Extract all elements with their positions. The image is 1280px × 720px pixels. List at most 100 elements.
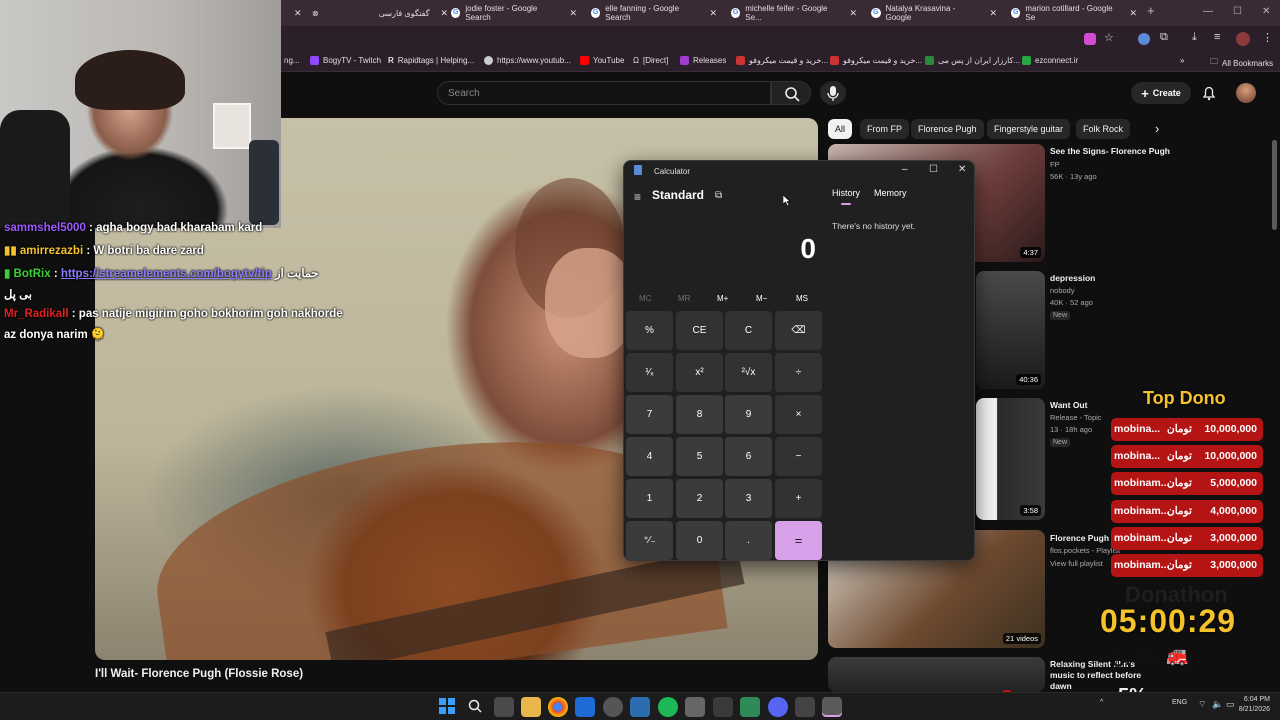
recommendation-thumbnail[interactable]: 40:36 <box>976 271 1045 389</box>
key-clear[interactable]: C <box>725 311 772 350</box>
key-8[interactable]: 8 <box>676 395 723 434</box>
discord-icon[interactable] <box>768 697 788 717</box>
search-icon[interactable] <box>467 698 483 714</box>
input-language[interactable]: ENG <box>1172 699 1187 706</box>
recommendation-channel[interactable]: FP <box>1050 160 1060 169</box>
close-icon[interactable]: ✕ <box>849 8 857 19</box>
bookmark-ezconnect[interactable]: ezconnect.ir <box>1022 56 1078 65</box>
recommendation-channel[interactable]: nobody <box>1050 286 1075 295</box>
extension-badge-icon[interactable] <box>1138 33 1150 45</box>
key-2[interactable]: 2 <box>676 479 723 518</box>
voice-search-button[interactable] <box>820 81 846 105</box>
extension-icon[interactable] <box>1084 33 1096 45</box>
app-icon[interactable] <box>740 697 760 717</box>
close-icon[interactable]: ✕ <box>569 8 577 19</box>
tab-persian-chat[interactable]: ⊗ گفتگوی فارسی ✕ <box>306 3 454 23</box>
close-icon[interactable]: ✕ <box>294 8 302 19</box>
bookmark-youtube-url[interactable]: https://www.youtub... <box>484 56 571 65</box>
key-multiply[interactable]: × <box>775 395 822 434</box>
vscode-icon[interactable] <box>575 697 595 717</box>
windows-start-icon[interactable] <box>439 698 455 714</box>
playlist-channel[interactable]: flos.pockets - Playlist <box>1050 546 1120 555</box>
bookmark-rapidtags[interactable]: R Rapidtags | Helping... <box>388 56 474 65</box>
key-3[interactable]: 3 <box>725 479 772 518</box>
recommendation-thumbnail[interactable]: 3:58 <box>976 398 1045 520</box>
recommendation-title[interactable]: depression <box>1050 273 1095 284</box>
task-view-icon[interactable] <box>494 697 514 717</box>
tab-marion-cotillard[interactable]: G marion cotillard - Google Se ✕ <box>1005 3 1143 23</box>
recommendation-thumbnail[interactable] <box>828 657 1045 692</box>
key-equals[interactable]: = <box>775 521 822 560</box>
close-icon[interactable]: ✕ <box>989 8 997 19</box>
key-5[interactable]: 5 <box>676 437 723 476</box>
bookmarks-overflow-icon[interactable]: » <box>1180 56 1184 65</box>
calculator-titlebar[interactable]: Calculator – ☐ ✕ <box>624 161 974 181</box>
terminal-icon[interactable] <box>795 697 815 717</box>
download-icon[interactable]: ⤓ <box>1192 31 1197 44</box>
chat-link[interactable]: https://streamelements.com/bogytv/tip <box>61 268 272 280</box>
app-icon[interactable] <box>713 697 733 717</box>
key-square-root[interactable]: ²√x <box>725 353 772 392</box>
puzzle-icon[interactable]: ⧉ <box>1160 31 1168 44</box>
chevron-right-icon[interactable]: › <box>1155 121 1159 136</box>
bookmark-mic-shop-1[interactable]: خرید و قیمت میکروفو... <box>736 56 828 65</box>
create-button[interactable]: + Create <box>1131 82 1191 104</box>
key-4[interactable]: 4 <box>626 437 673 476</box>
tray-chevron-icon[interactable]: ^ <box>1100 699 1103 706</box>
key-7[interactable]: 7 <box>626 395 673 434</box>
search-input[interactable]: Search <box>437 81 771 105</box>
minimize-icon[interactable]: – <box>902 164 908 175</box>
all-bookmarks[interactable]: 🗀 All Bookmarks <box>1210 56 1273 70</box>
key-clear-entry[interactable]: CE <box>676 311 723 350</box>
clock-date[interactable]: 8/21/2026 <box>1234 706 1270 713</box>
bookmark-direct[interactable]: Ω [Direct] <box>633 56 668 65</box>
ms-button[interactable]: MS <box>796 294 808 303</box>
calculator-taskbar-icon[interactable] <box>822 697 842 717</box>
avatar[interactable] <box>1236 83 1256 103</box>
tab-memory[interactable]: Memory <box>874 188 907 198</box>
star-bookmark-icon[interactable]: ☆ <box>1104 31 1114 44</box>
bookmark-truncated[interactable]: ng... <box>284 56 300 65</box>
mr-button[interactable]: MR <box>678 294 690 303</box>
close-icon[interactable]: ✕ <box>1129 8 1137 19</box>
tab-close-first[interactable]: ✕ <box>282 3 308 23</box>
page-scrollbar[interactable] <box>1272 140 1277 230</box>
tab-elle-fanning[interactable]: G elle fanning - Google Search ✕ <box>585 3 723 23</box>
chip-fingerstyle-guitar[interactable]: Fingerstyle guitar <box>987 119 1071 139</box>
tune-icon[interactable]: ≡ <box>1214 31 1220 43</box>
key-add[interactable]: + <box>775 479 822 518</box>
bookmark-mic-shop-2[interactable]: خرید و قیمت میکروفو... <box>830 56 922 65</box>
bookmark-karzar[interactable]: کارزار ایران از پس می... <box>925 56 1020 65</box>
maximize-icon[interactable]: ☐ <box>1233 6 1242 17</box>
tab-jodie-foster[interactable]: G jodie foster - Google Search ✕ <box>445 3 583 23</box>
playlist-title[interactable]: Florence Pugh <box>1050 533 1109 544</box>
bookmark-releases[interactable]: Releases <box>680 56 726 65</box>
steam-icon[interactable] <box>630 697 650 717</box>
key-square[interactable]: x² <box>676 353 723 392</box>
chip-all[interactable]: All <box>828 119 853 139</box>
chip-from-fp[interactable]: From FP <box>860 119 909 139</box>
obs-icon[interactable] <box>603 697 623 717</box>
clock-time[interactable]: 6:04 PM <box>1234 696 1270 703</box>
file-explorer-icon[interactable] <box>521 697 541 717</box>
m-minus-button[interactable]: M− <box>756 294 767 303</box>
key-backspace[interactable]: ⌫ <box>775 311 822 350</box>
mc-button[interactable]: MC <box>639 294 651 303</box>
kebab-menu-icon[interactable]: ⋮ <box>1262 31 1273 44</box>
profile-icon[interactable] <box>1236 32 1250 46</box>
m-plus-button[interactable]: M+ <box>717 294 728 303</box>
key-negate[interactable]: ⁺∕₋ <box>626 521 673 560</box>
key-0[interactable]: 0 <box>676 521 723 560</box>
key-1[interactable]: 1 <box>626 479 673 518</box>
recommendation-channel[interactable]: Release - Topic <box>1050 413 1102 422</box>
minimize-icon[interactable]: — <box>1203 6 1213 17</box>
chip-florence-pugh[interactable]: Florence Pugh <box>911 119 984 139</box>
tab-michelle-feifer[interactable]: G michelle feifer - Google Se... ✕ <box>725 3 863 23</box>
key-6[interactable]: 6 <box>725 437 772 476</box>
tab-history[interactable]: History <box>832 188 860 198</box>
tab-natalya-krasavina[interactable]: G Natalya Krasavina - Google ✕ <box>865 3 1003 23</box>
key-divide[interactable]: ÷ <box>775 353 822 392</box>
view-full-playlist-link[interactable]: View full playlist <box>1050 559 1103 568</box>
speaker-icon[interactable]: 🔈 <box>1212 699 1223 710</box>
window-close-icon[interactable]: ✕ <box>1262 6 1270 17</box>
